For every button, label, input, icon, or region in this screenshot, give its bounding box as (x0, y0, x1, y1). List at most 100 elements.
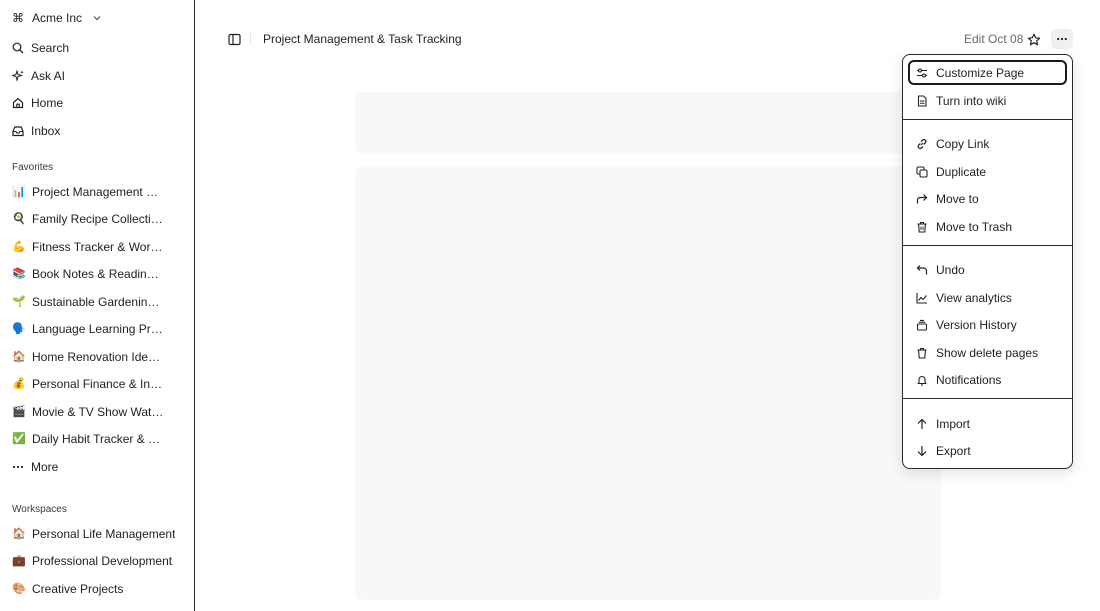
arrow-forward-icon (916, 193, 928, 205)
favorite-item[interactable]: ✅ Daily Habit Tracker & Goals (6, 427, 189, 451)
page-emoji: 🏠 (12, 351, 26, 363)
menu-item-export[interactable]: Export (908, 438, 1067, 463)
sidebar-item-home[interactable]: Home (6, 91, 189, 115)
page-emoji: 💼 (12, 555, 26, 567)
favorite-item[interactable]: 📚 Book Notes & Reading List (6, 262, 189, 286)
workspace-item[interactable]: 🎨 Creative Projects (6, 577, 189, 601)
page-emoji: 🎬 (12, 406, 26, 418)
workspace-item[interactable]: 💼 Professional Development (6, 549, 189, 573)
inbox-icon (12, 125, 24, 137)
page-emoji: 📚 (12, 268, 26, 280)
menu-divider (903, 245, 1072, 246)
favorite-button[interactable] (1025, 31, 1043, 49)
sidebar-item-label: Home (31, 96, 64, 110)
menu-item-label: Show delete pages (936, 345, 1039, 360)
chevron-down-icon (92, 13, 102, 23)
content-skeleton-body (355, 166, 941, 600)
favorite-item[interactable]: 🗣️ Language Learning Progress (6, 317, 189, 341)
workspace-switcher[interactable]: ⌘ Acme Inc (6, 6, 108, 30)
sidebar-item-label: Search (31, 41, 70, 55)
menu-divider (903, 398, 1072, 399)
menu-item-label: Move to Trash (936, 219, 1013, 234)
menu-item-version-history[interactable]: Version History (908, 312, 1067, 337)
menu-item-turn-into-wiki[interactable]: Turn into wiki (908, 88, 1067, 113)
workspace-item-label: Creative Projects (32, 582, 124, 596)
undo-icon (916, 264, 928, 276)
workspace-name: Acme Inc (32, 11, 83, 25)
home-icon (12, 97, 24, 109)
menu-item-move-to-trash[interactable]: Move to Trash (908, 214, 1067, 239)
trash-icon (916, 221, 928, 233)
favorite-item[interactable]: 📊 Project Management & Task Tracking (6, 180, 189, 204)
menu-item-copy-link[interactable]: Copy Link (908, 131, 1067, 156)
document-icon (916, 94, 928, 107)
arrow-down-icon (916, 445, 928, 457)
menu-item-move-to[interactable]: Move to (908, 186, 1067, 211)
favorite-item-label: Daily Habit Tracker & Goals (32, 432, 164, 446)
bell-icon (916, 374, 928, 386)
favorite-item-label: Book Notes & Reading List (32, 267, 164, 281)
sidebar-item-search[interactable]: Search (6, 36, 189, 60)
layers-icon (916, 319, 928, 331)
workspace-item-label: Professional Development (32, 554, 173, 568)
page-emoji: 🌱 (12, 296, 26, 308)
workspace-item-label: Personal Life Management (32, 527, 176, 541)
sidebar-more-label: More (31, 460, 59, 474)
favorite-item[interactable]: 🌱 Sustainable Gardening Tips & Plans (6, 290, 189, 314)
arrow-up-icon (916, 418, 928, 430)
copy-icon (916, 165, 928, 178)
favorites-section-label: Favorites (12, 162, 54, 173)
menu-item-label: Customize Page (936, 65, 1025, 80)
sliders-icon (916, 67, 928, 79)
menu-item-duplicate[interactable]: Duplicate (908, 159, 1067, 184)
favorite-item-label: Language Learning Progress (32, 322, 164, 336)
favorite-item[interactable]: 💪 Fitness Tracker & Workout Routines (6, 235, 189, 259)
edit-date: Edit Oct 08 (964, 32, 1024, 46)
menu-item-view-analytics[interactable]: View analytics (908, 285, 1067, 310)
favorite-item-label: Sustainable Gardening Tips & Plans (32, 295, 164, 309)
ellipsis-icon (1056, 33, 1068, 45)
star-icon (1027, 33, 1041, 47)
ellipsis-icon (12, 461, 24, 473)
menu-item-show-delete-pages[interactable]: Show delete pages (908, 340, 1067, 365)
favorite-item-label: Personal Finance & Investment (32, 377, 164, 391)
menu-item-notifications[interactable]: Notifications (908, 367, 1067, 392)
sidebar-panel-icon (227, 33, 241, 46)
search-icon (12, 42, 24, 54)
favorite-item[interactable]: 🏠 Home Renovation Ideas & Budget (6, 345, 189, 369)
command-icon: ⌘ (12, 11, 24, 25)
favorite-item-label: Movie & TV Show Watchlist (32, 405, 164, 419)
sidebar-item-label: Ask AI (31, 69, 66, 83)
more-options-button[interactable] (1051, 29, 1073, 49)
sidebar-item-inbox[interactable]: Inbox (6, 119, 189, 143)
sidebar-more-button[interactable]: More (6, 455, 189, 479)
sidebar-toggle-button[interactable] (226, 31, 242, 47)
workspace-item[interactable]: 🏠 Personal Life Management (6, 522, 189, 546)
sidebar: ⌘ Acme Inc Search Ask AI Home Inbox Favo… (0, 0, 195, 611)
favorite-item-label: Project Management & Task Tracking (32, 185, 164, 199)
favorite-item[interactable]: 💰 Personal Finance & Investment (6, 372, 189, 396)
menu-divider (903, 119, 1072, 120)
sparkle-icon (12, 70, 24, 82)
favorite-item[interactable]: 🎬 Movie & TV Show Watchlist (6, 400, 189, 424)
menu-item-customize-page[interactable]: Customize Page (908, 60, 1067, 85)
menu-item-label: Version History (936, 317, 1017, 332)
menu-item-undo[interactable]: Undo (908, 257, 1067, 282)
sidebar-item-ask-ai[interactable]: Ask AI (6, 64, 189, 88)
page-emoji: 💰 (12, 378, 26, 390)
page-emoji: ✅ (12, 433, 26, 445)
favorite-item[interactable]: 🍳 Family Recipe Collection & Meal Planni… (6, 207, 189, 231)
menu-item-label: Turn into wiki (936, 93, 1007, 108)
favorite-item-label: Fitness Tracker & Workout Routines (32, 240, 164, 254)
menu-item-import[interactable]: Import (908, 411, 1067, 436)
menu-item-label: Move to (936, 191, 979, 206)
menu-item-label: Duplicate (936, 164, 987, 179)
menu-item-label: View analytics (936, 290, 1012, 305)
header-divider (250, 33, 251, 45)
favorite-item-label: Home Renovation Ideas & Budget (32, 350, 164, 364)
menu-item-label: Copy Link (936, 136, 990, 151)
favorite-item-label: Family Recipe Collection & Meal Planning (32, 212, 164, 226)
chart-line-icon (916, 292, 928, 304)
menu-item-label: Export (936, 443, 971, 458)
page-emoji: 📊 (12, 186, 26, 198)
